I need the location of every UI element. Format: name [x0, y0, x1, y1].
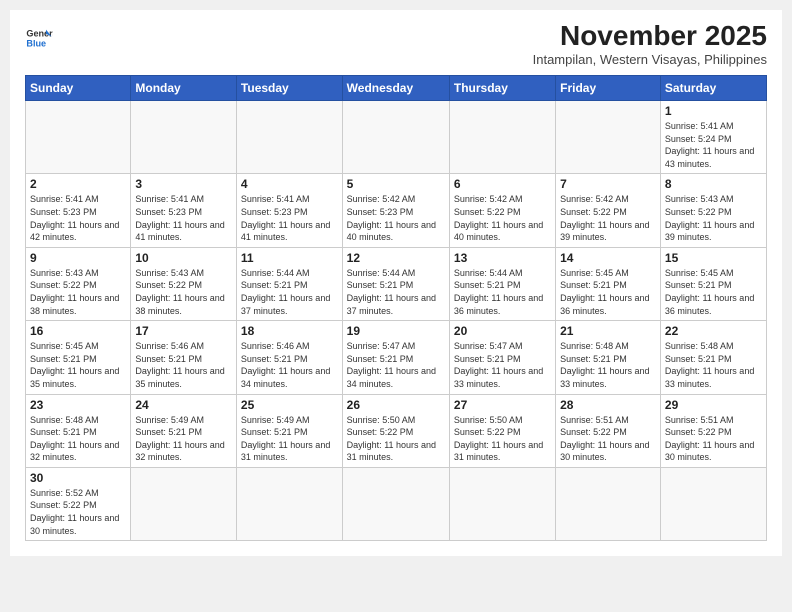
empty-cell: [236, 467, 342, 540]
empty-cell: [26, 101, 131, 174]
header-tuesday: Tuesday: [236, 76, 342, 101]
empty-cell: [131, 467, 237, 540]
header: General Blue November 2025 Intampilan, W…: [25, 20, 767, 67]
table-row: 16 Sunrise: 5:45 AM Sunset: 5:21 PM Dayl…: [26, 321, 767, 394]
day-21: 21 Sunrise: 5:48 AM Sunset: 5:21 PM Dayl…: [556, 321, 661, 394]
header-monday: Monday: [131, 76, 237, 101]
day-14: 14 Sunrise: 5:45 AM Sunset: 5:21 PM Dayl…: [556, 247, 661, 320]
day-16: 16 Sunrise: 5:45 AM Sunset: 5:21 PM Dayl…: [26, 321, 131, 394]
empty-cell: [342, 467, 449, 540]
day-3: 3 Sunrise: 5:41 AM Sunset: 5:23 PM Dayli…: [131, 174, 237, 247]
logo: General Blue: [25, 24, 53, 52]
day-22: 22 Sunrise: 5:48 AM Sunset: 5:21 PM Dayl…: [660, 321, 766, 394]
svg-text:Blue: Blue: [26, 38, 46, 48]
empty-cell: [660, 467, 766, 540]
empty-cell: [236, 101, 342, 174]
day-26: 26 Sunrise: 5:50 AM Sunset: 5:22 PM Dayl…: [342, 394, 449, 467]
day-5: 5 Sunrise: 5:42 AM Sunset: 5:23 PM Dayli…: [342, 174, 449, 247]
day-13: 13 Sunrise: 5:44 AM Sunset: 5:21 PM Dayl…: [449, 247, 555, 320]
table-row: 2 Sunrise: 5:41 AM Sunset: 5:23 PM Dayli…: [26, 174, 767, 247]
day-6: 6 Sunrise: 5:42 AM Sunset: 5:22 PM Dayli…: [449, 174, 555, 247]
day-18: 18 Sunrise: 5:46 AM Sunset: 5:21 PM Dayl…: [236, 321, 342, 394]
empty-cell: [449, 467, 555, 540]
daylight-label: Daylight:: [665, 146, 700, 156]
day-4: 4 Sunrise: 5:41 AM Sunset: 5:23 PM Dayli…: [236, 174, 342, 247]
day-8: 8 Sunrise: 5:43 AM Sunset: 5:22 PM Dayli…: [660, 174, 766, 247]
day-19: 19 Sunrise: 5:47 AM Sunset: 5:21 PM Dayl…: [342, 321, 449, 394]
table-row: 23 Sunrise: 5:48 AM Sunset: 5:21 PM Dayl…: [26, 394, 767, 467]
header-saturday: Saturday: [660, 76, 766, 101]
table-row: 1 Sunrise: 5:41 AM Sunset: 5:24 PM Dayli…: [26, 101, 767, 174]
logo-icon: General Blue: [25, 24, 53, 52]
day-1: 1 Sunrise: 5:41 AM Sunset: 5:24 PM Dayli…: [660, 101, 766, 174]
header-wednesday: Wednesday: [342, 76, 449, 101]
day-17: 17 Sunrise: 5:46 AM Sunset: 5:21 PM Dayl…: [131, 321, 237, 394]
table-row: 30 Sunrise: 5:52 AM Sunset: 5:22 PM Dayl…: [26, 467, 767, 540]
weekday-header-row: Sunday Monday Tuesday Wednesday Thursday…: [26, 76, 767, 101]
empty-cell: [449, 101, 555, 174]
day-2: 2 Sunrise: 5:41 AM Sunset: 5:23 PM Dayli…: [26, 174, 131, 247]
empty-cell: [556, 467, 661, 540]
title-area: November 2025 Intampilan, Western Visaya…: [533, 20, 767, 67]
empty-cell: [131, 101, 237, 174]
day-27: 27 Sunrise: 5:50 AM Sunset: 5:22 PM Dayl…: [449, 394, 555, 467]
day-11: 11 Sunrise: 5:44 AM Sunset: 5:21 PM Dayl…: [236, 247, 342, 320]
location-subtitle: Intampilan, Western Visayas, Philippines: [533, 52, 767, 67]
day-29: 29 Sunrise: 5:51 AM Sunset: 5:22 PM Dayl…: [660, 394, 766, 467]
sunrise-label: Sunrise:: [665, 121, 698, 131]
day-25: 25 Sunrise: 5:49 AM Sunset: 5:21 PM Dayl…: [236, 394, 342, 467]
table-row: 9 Sunrise: 5:43 AM Sunset: 5:22 PM Dayli…: [26, 247, 767, 320]
calendar-page: General Blue November 2025 Intampilan, W…: [10, 10, 782, 556]
day-10: 10 Sunrise: 5:43 AM Sunset: 5:22 PM Dayl…: [131, 247, 237, 320]
day-23: 23 Sunrise: 5:48 AM Sunset: 5:21 PM Dayl…: [26, 394, 131, 467]
header-thursday: Thursday: [449, 76, 555, 101]
day-9: 9 Sunrise: 5:43 AM Sunset: 5:22 PM Dayli…: [26, 247, 131, 320]
day-24: 24 Sunrise: 5:49 AM Sunset: 5:21 PM Dayl…: [131, 394, 237, 467]
day-12: 12 Sunrise: 5:44 AM Sunset: 5:21 PM Dayl…: [342, 247, 449, 320]
day-20: 20 Sunrise: 5:47 AM Sunset: 5:21 PM Dayl…: [449, 321, 555, 394]
header-friday: Friday: [556, 76, 661, 101]
day-30: 30 Sunrise: 5:52 AM Sunset: 5:22 PM Dayl…: [26, 467, 131, 540]
sunset-label: Sunset:: [665, 134, 696, 144]
calendar-table: Sunday Monday Tuesday Wednesday Thursday…: [25, 75, 767, 541]
day-28: 28 Sunrise: 5:51 AM Sunset: 5:22 PM Dayl…: [556, 394, 661, 467]
header-sunday: Sunday: [26, 76, 131, 101]
empty-cell: [342, 101, 449, 174]
empty-cell: [556, 101, 661, 174]
month-title: November 2025: [533, 20, 767, 52]
day-15: 15 Sunrise: 5:45 AM Sunset: 5:21 PM Dayl…: [660, 247, 766, 320]
day-7: 7 Sunrise: 5:42 AM Sunset: 5:22 PM Dayli…: [556, 174, 661, 247]
